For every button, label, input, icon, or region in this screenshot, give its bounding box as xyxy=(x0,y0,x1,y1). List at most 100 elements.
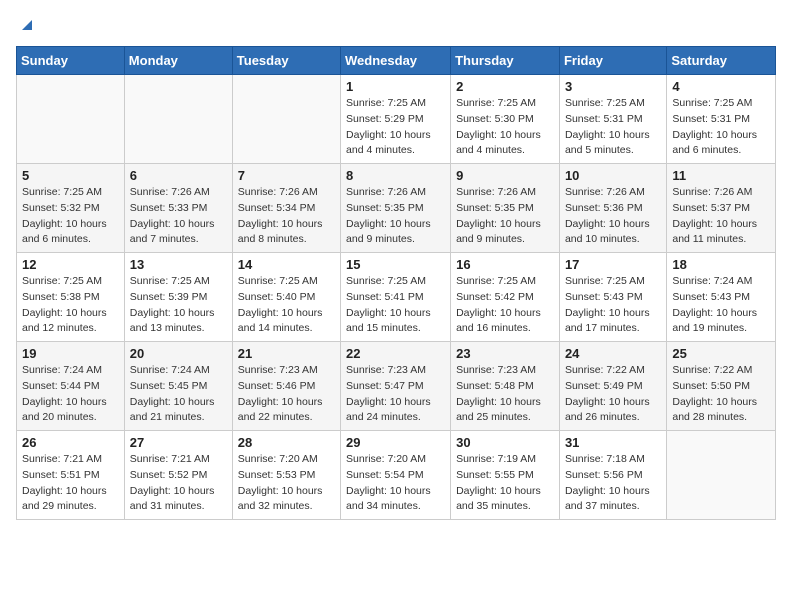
sunrise-text: Sunrise: 7:25 AM xyxy=(346,96,445,112)
day-info: Sunrise: 7:23 AMSunset: 5:48 PMDaylight:… xyxy=(456,363,554,426)
daylight-text: Daylight: 10 hours and 13 minutes. xyxy=(130,306,227,338)
calendar-cell: 10Sunrise: 7:26 AMSunset: 5:36 PMDayligh… xyxy=(559,164,666,253)
day-number: 17 xyxy=(565,257,661,272)
sunset-text: Sunset: 5:41 PM xyxy=(346,290,445,306)
daylight-text: Daylight: 10 hours and 22 minutes. xyxy=(238,395,335,427)
calendar-cell: 22Sunrise: 7:23 AMSunset: 5:47 PMDayligh… xyxy=(341,342,451,431)
daylight-text: Daylight: 10 hours and 4 minutes. xyxy=(346,128,445,160)
calendar-table: SundayMondayTuesdayWednesdayThursdayFrid… xyxy=(16,46,776,520)
daylight-text: Daylight: 10 hours and 31 minutes. xyxy=(130,484,227,516)
day-number: 6 xyxy=(130,168,227,183)
daylight-text: Daylight: 10 hours and 12 minutes. xyxy=(22,306,119,338)
sunset-text: Sunset: 5:48 PM xyxy=(456,379,554,395)
day-info: Sunrise: 7:25 AMSunset: 5:29 PMDaylight:… xyxy=(346,96,445,159)
day-number: 7 xyxy=(238,168,335,183)
day-info: Sunrise: 7:25 AMSunset: 5:39 PMDaylight:… xyxy=(130,274,227,337)
sunset-text: Sunset: 5:32 PM xyxy=(22,201,119,217)
sunrise-text: Sunrise: 7:26 AM xyxy=(238,185,335,201)
sunset-text: Sunset: 5:29 PM xyxy=(346,112,445,128)
sunrise-text: Sunrise: 7:25 AM xyxy=(565,96,661,112)
calendar-cell: 20Sunrise: 7:24 AMSunset: 5:45 PMDayligh… xyxy=(124,342,232,431)
day-number: 3 xyxy=(565,79,661,94)
calendar-cell xyxy=(17,75,125,164)
sunrise-text: Sunrise: 7:26 AM xyxy=(346,185,445,201)
daylight-text: Daylight: 10 hours and 9 minutes. xyxy=(456,217,554,249)
day-number: 8 xyxy=(346,168,445,183)
day-info: Sunrise: 7:25 AMSunset: 5:32 PMDaylight:… xyxy=(22,185,119,248)
calendar-cell: 3Sunrise: 7:25 AMSunset: 5:31 PMDaylight… xyxy=(559,75,666,164)
day-info: Sunrise: 7:24 AMSunset: 5:43 PMDaylight:… xyxy=(672,274,770,337)
calendar-cell: 4Sunrise: 7:25 AMSunset: 5:31 PMDaylight… xyxy=(667,75,776,164)
day-info: Sunrise: 7:24 AMSunset: 5:44 PMDaylight:… xyxy=(22,363,119,426)
daylight-text: Daylight: 10 hours and 37 minutes. xyxy=(565,484,661,516)
day-info: Sunrise: 7:26 AMSunset: 5:35 PMDaylight:… xyxy=(456,185,554,248)
day-info: Sunrise: 7:21 AMSunset: 5:51 PMDaylight:… xyxy=(22,452,119,515)
daylight-text: Daylight: 10 hours and 9 minutes. xyxy=(346,217,445,249)
day-info: Sunrise: 7:23 AMSunset: 5:46 PMDaylight:… xyxy=(238,363,335,426)
daylight-text: Daylight: 10 hours and 29 minutes. xyxy=(22,484,119,516)
sunset-text: Sunset: 5:31 PM xyxy=(672,112,770,128)
daylight-text: Daylight: 10 hours and 10 minutes. xyxy=(565,217,661,249)
daylight-text: Daylight: 10 hours and 21 minutes. xyxy=(130,395,227,427)
daylight-text: Daylight: 10 hours and 34 minutes. xyxy=(346,484,445,516)
logo-icon xyxy=(18,16,36,34)
sunrise-text: Sunrise: 7:25 AM xyxy=(22,274,119,290)
daylight-text: Daylight: 10 hours and 25 minutes. xyxy=(456,395,554,427)
sunset-text: Sunset: 5:52 PM xyxy=(130,468,227,484)
sunrise-text: Sunrise: 7:24 AM xyxy=(130,363,227,379)
daylight-text: Daylight: 10 hours and 15 minutes. xyxy=(346,306,445,338)
daylight-text: Daylight: 10 hours and 7 minutes. xyxy=(130,217,227,249)
calendar-cell: 7 Sunrise: 7:26 AMSunset: 5:34 PMDaylight… xyxy=(232,164,340,253)
daylight-text: Daylight: 10 hours and 26 minutes. xyxy=(565,395,661,427)
sunset-text: Sunset: 5:37 PM xyxy=(672,201,770,217)
day-number: 19 xyxy=(22,346,119,361)
sunset-text: Sunset: 5:44 PM xyxy=(22,379,119,395)
sunset-text: Sunset: 5:38 PM xyxy=(22,290,119,306)
sunset-text: Sunset: 5:30 PM xyxy=(456,112,554,128)
day-info: Sunrise: 7:18 AMSunset: 5:56 PMDaylight:… xyxy=(565,452,661,515)
calendar-week-row: 12Sunrise: 7:25 AMSunset: 5:38 PMDayligh… xyxy=(17,253,776,342)
sunrise-text: Sunrise: 7:20 AM xyxy=(238,452,335,468)
sunset-text: Sunset: 5:55 PM xyxy=(456,468,554,484)
day-info: Sunrise: 7:26 AMSunset: 5:33 PMDaylight:… xyxy=(130,185,227,248)
day-info: Sunrise: 7:24 AMSunset: 5:45 PMDaylight:… xyxy=(130,363,227,426)
daylight-text: Daylight: 10 hours and 5 minutes. xyxy=(565,128,661,160)
calendar-cell: 24Sunrise: 7:22 AMSunset: 5:49 PMDayligh… xyxy=(559,342,666,431)
day-info: Sunrise: 7:20 AMSunset: 5:53 PMDaylight:… xyxy=(238,452,335,515)
sunset-text: Sunset: 5:53 PM xyxy=(238,468,335,484)
day-number: 31 xyxy=(565,435,661,450)
day-info: Sunrise: 7:25 AMSunset: 5:31 PMDaylight:… xyxy=(672,96,770,159)
day-number: 27 xyxy=(130,435,227,450)
calendar-week-row: 26Sunrise: 7:21 AMSunset: 5:51 PMDayligh… xyxy=(17,431,776,520)
sunset-text: Sunset: 5:34 PM xyxy=(238,201,335,217)
day-info: Sunrise: 7:26 AMSunset: 5:34 PMDaylight:… xyxy=(238,185,335,248)
sunset-text: Sunset: 5:39 PM xyxy=(130,290,227,306)
day-info: Sunrise: 7:26 AMSunset: 5:36 PMDaylight:… xyxy=(565,185,661,248)
daylight-text: Daylight: 10 hours and 8 minutes. xyxy=(238,217,335,249)
day-info: Sunrise: 7:22 AMSunset: 5:50 PMDaylight:… xyxy=(672,363,770,426)
calendar-cell: 29Sunrise: 7:20 AMSunset: 5:54 PMDayligh… xyxy=(341,431,451,520)
calendar-cell: 26Sunrise: 7:21 AMSunset: 5:51 PMDayligh… xyxy=(17,431,125,520)
page-header xyxy=(16,16,776,34)
sunset-text: Sunset: 5:35 PM xyxy=(456,201,554,217)
calendar-cell: 8Sunrise: 7:26 AMSunset: 5:35 PMDaylight… xyxy=(341,164,451,253)
sunset-text: Sunset: 5:45 PM xyxy=(130,379,227,395)
day-number: 16 xyxy=(456,257,554,272)
sunrise-text: Sunrise: 7:23 AM xyxy=(456,363,554,379)
calendar-cell: 18Sunrise: 7:24 AMSunset: 5:43 PMDayligh… xyxy=(667,253,776,342)
day-number: 30 xyxy=(456,435,554,450)
sunset-text: Sunset: 5:40 PM xyxy=(238,290,335,306)
weekday-header: Tuesday xyxy=(232,47,340,75)
sunrise-text: Sunrise: 7:25 AM xyxy=(22,185,119,201)
sunrise-text: Sunrise: 7:26 AM xyxy=(565,185,661,201)
day-number: 23 xyxy=(456,346,554,361)
sunrise-text: Sunrise: 7:22 AM xyxy=(672,363,770,379)
calendar-cell: 1Sunrise: 7:25 AMSunset: 5:29 PMDaylight… xyxy=(341,75,451,164)
day-info: Sunrise: 7:19 AMSunset: 5:55 PMDaylight:… xyxy=(456,452,554,515)
calendar-cell: 27Sunrise: 7:21 AMSunset: 5:52 PMDayligh… xyxy=(124,431,232,520)
sunset-text: Sunset: 5:50 PM xyxy=(672,379,770,395)
sunrise-text: Sunrise: 7:25 AM xyxy=(346,274,445,290)
sunrise-text: Sunrise: 7:23 AM xyxy=(238,363,335,379)
daylight-text: Daylight: 10 hours and 32 minutes. xyxy=(238,484,335,516)
calendar-cell: 16Sunrise: 7:25 AMSunset: 5:42 PMDayligh… xyxy=(451,253,560,342)
